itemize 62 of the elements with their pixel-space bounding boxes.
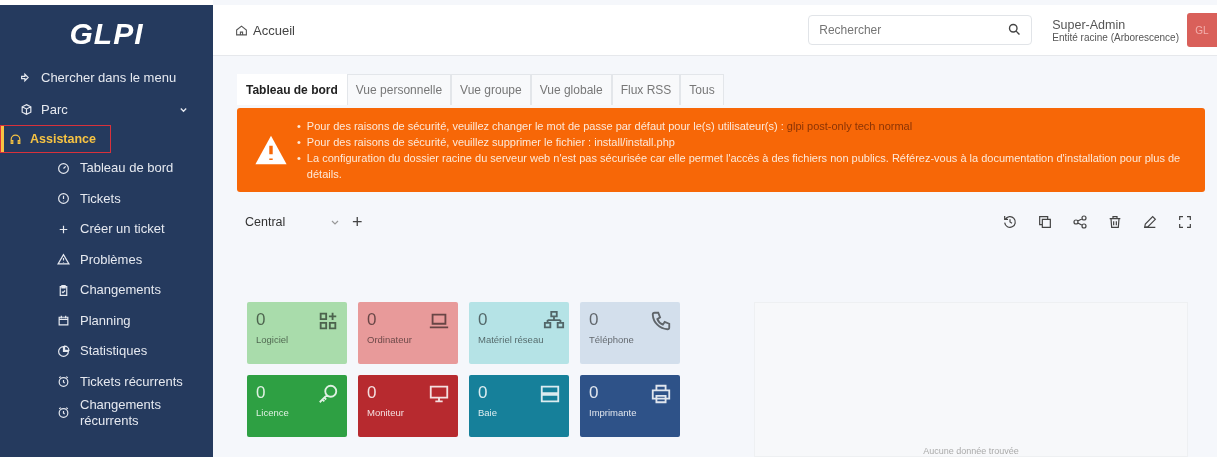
- server-icon: [539, 383, 561, 405]
- alarm-clock-icon: [57, 406, 70, 420]
- submenu-item[interactable]: Tickets récurrents: [0, 366, 213, 397]
- edit-icon[interactable]: [1142, 214, 1158, 230]
- apps-icon: [317, 310, 339, 332]
- menu-item[interactable]: Assistance: [0, 125, 111, 153]
- key-icon: [317, 383, 339, 405]
- dashboard-dropdown[interactable]: Central: [237, 209, 346, 235]
- history-icon[interactable]: [1002, 214, 1018, 230]
- count-card[interactable]: 0 Moniteur: [358, 375, 458, 437]
- submenu-item[interactable]: Tableau de bord: [0, 153, 213, 184]
- logo: GLPI: [68, 16, 145, 52]
- warning-message: Pour des raisons de sécurité, veuillez supprimer le fichier : install/install.php: [306, 135, 675, 150]
- submenu-item[interactable]: Tickets: [0, 183, 213, 214]
- submenu-item[interactable]: Problèmes: [0, 244, 213, 275]
- menu-item[interactable]: Chercher dans le menu: [0, 61, 211, 93]
- breadcrumb-link[interactable]: Accueil: [235, 22, 809, 38]
- bullet: •: [297, 151, 301, 166]
- warning-message: La configuration du dossier racine du serveur web n'est pas sécurisée car elle permet l'accès à des fichiers non publics. Référez-vous à la documentation d'installation pour plus de détails.: [306, 151, 1182, 182]
- count-card[interactable]: 0 Logiciel: [247, 302, 347, 364]
- tab[interactable]: Tous: [680, 74, 724, 105]
- home-icon: [235, 23, 248, 37]
- tab[interactable]: Vue globale: [530, 74, 612, 105]
- count-card[interactable]: 0 Baie: [469, 375, 569, 437]
- submenu-item[interactable]: Changements: [0, 275, 213, 306]
- printer-icon: [650, 383, 672, 405]
- submenu-item[interactable]: Créer un ticket: [0, 214, 213, 245]
- count-card[interactable]: 0 Ordinateur: [358, 302, 458, 364]
- entity-name: Entité racine (Arborescence): [1052, 31, 1179, 43]
- copy-icon[interactable]: [1037, 214, 1053, 230]
- tab[interactable]: Tableau de bord: [237, 74, 347, 105]
- submenu-item[interactable]: Statistiques: [0, 336, 213, 367]
- box-icon: [20, 102, 33, 116]
- user-name: Super-Admin: [1052, 17, 1127, 32]
- warning-message: Pour des raisons de sécurité, veuillez changer le mot de passe par défaut pour le(s) utilisateur(s) : glpi post-only tech normal: [306, 119, 913, 134]
- submenu-item[interactable]: Planning: [0, 305, 213, 336]
- search-field[interactable]: Rechercher: [808, 15, 1033, 45]
- add-button[interactable]: +: [346, 211, 369, 233]
- bullet: •: [297, 119, 301, 134]
- bullet: •: [297, 135, 301, 150]
- share-icon[interactable]: [1072, 214, 1088, 230]
- submenu-item[interactable]: Changements récurrents: [0, 397, 213, 429]
- warning-icon: [57, 253, 70, 267]
- empty-message: Aucune donnée trouvée: [923, 446, 1019, 456]
- alert-icon: [57, 192, 70, 206]
- alarm-clock-icon: [57, 375, 70, 389]
- pie-chart-icon: [57, 344, 70, 358]
- phone-icon: [650, 310, 672, 332]
- headset-icon: [9, 132, 22, 146]
- menu-item[interactable]: Parc: [0, 93, 211, 125]
- count-card[interactable]: 0 Téléphone: [580, 302, 680, 364]
- tab[interactable]: Flux RSS: [611, 74, 681, 105]
- monitor-icon: [428, 383, 450, 405]
- calendar-icon: [57, 314, 70, 328]
- count-card[interactable]: 0 Imprimante: [580, 375, 680, 437]
- trash-icon[interactable]: [1107, 214, 1123, 230]
- count-card[interactable]: 0 Matériel réseau: [469, 302, 569, 364]
- fullscreen-icon[interactable]: [1177, 214, 1193, 230]
- tab[interactable]: Vue groupe: [451, 74, 531, 105]
- clipboard-icon: [57, 283, 70, 297]
- tab[interactable]: Vue personnelle: [346, 74, 452, 105]
- gauge-icon: [57, 161, 70, 175]
